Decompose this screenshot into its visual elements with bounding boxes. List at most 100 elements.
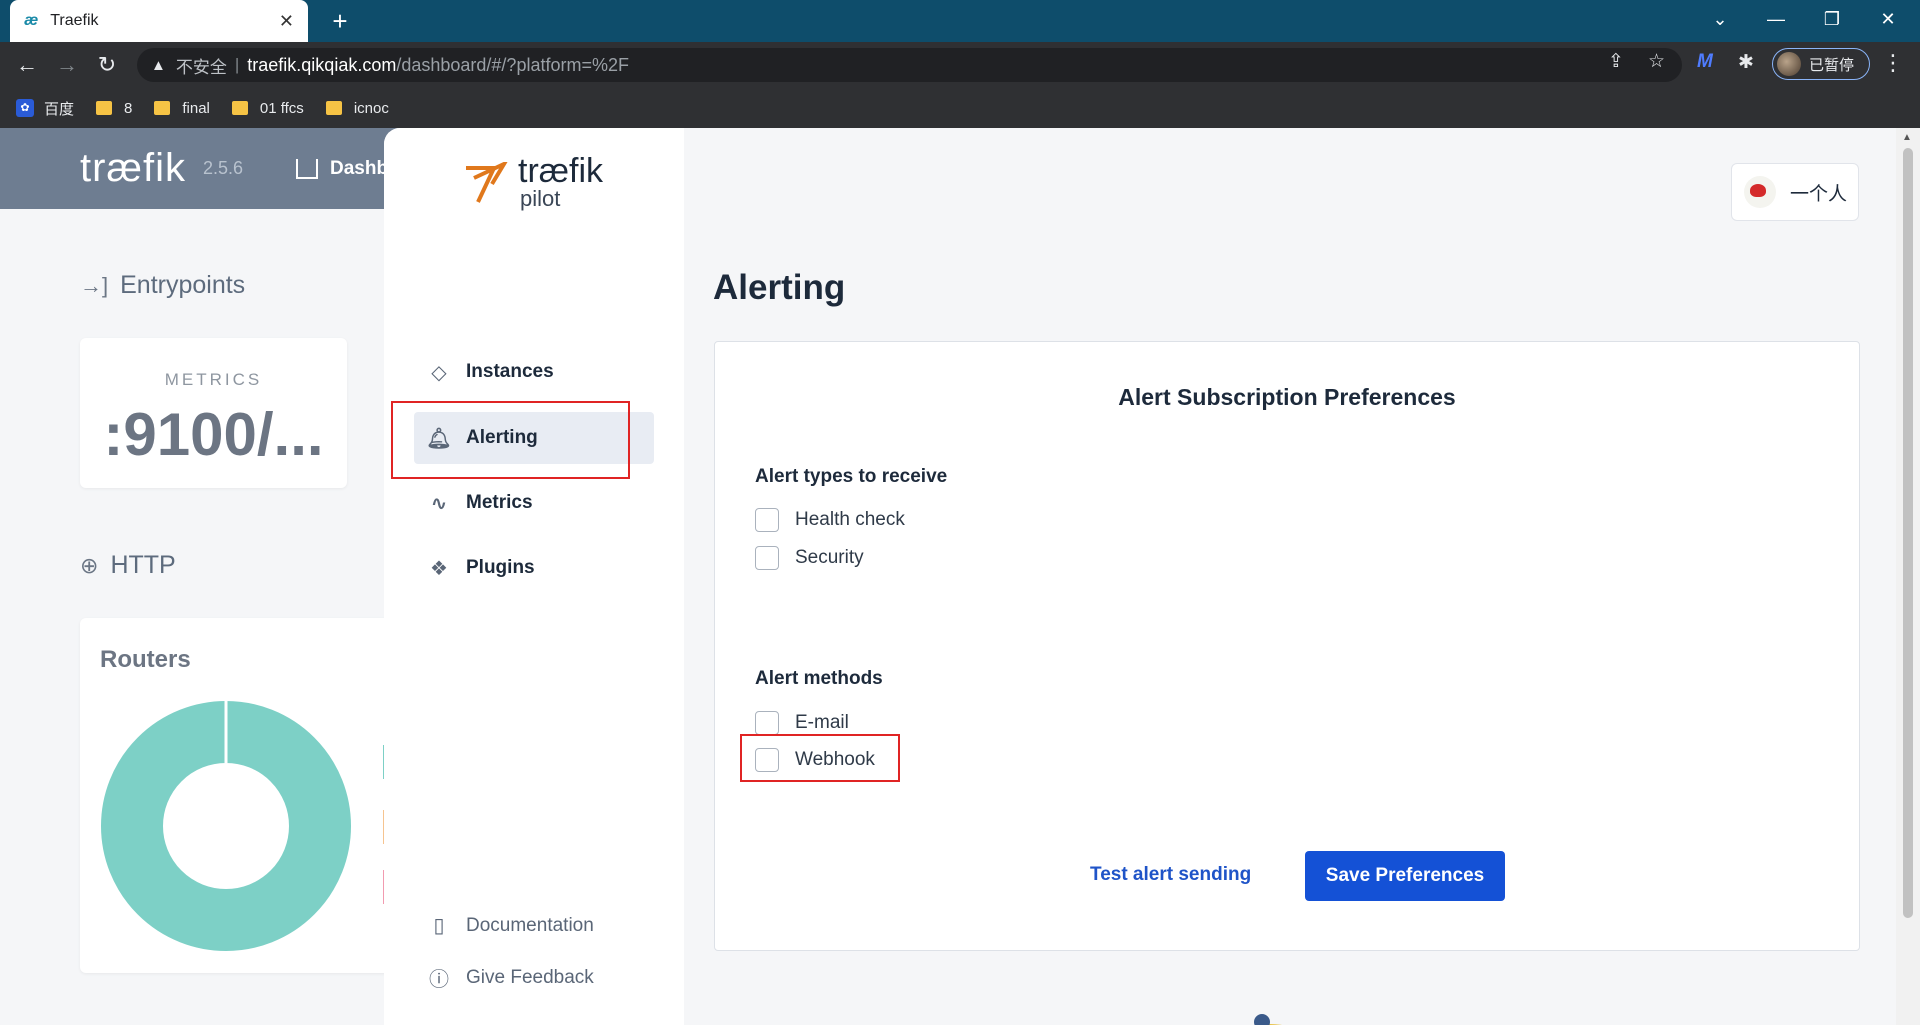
back-icon[interactable]: ← — [12, 50, 42, 80]
profile-button[interactable]: 已暂停 — [1772, 48, 1870, 80]
health-check-label: Health check — [795, 509, 905, 530]
pilot-feedback-link[interactable]: ⓘ Give Feedback — [426, 963, 594, 992]
traefik-favicon-icon: æ — [24, 12, 39, 29]
traefik-pilot-logo-icon — [466, 162, 508, 203]
url-host: traefik.qikqiak.com — [247, 54, 397, 75]
pilot-nav-label: Plugins — [466, 557, 535, 578]
bookmark-label: 01 ffcs — [259, 99, 304, 117]
save-preferences-button[interactable]: Save Preferences — [1305, 851, 1505, 901]
alert-preferences-card: Alert Subscription Preferences Alert typ… — [714, 341, 1860, 951]
user-menu[interactable]: 一个人 — [1731, 163, 1859, 221]
forward-icon[interactable]: → — [52, 50, 82, 80]
bookmark-8[interactable]: 8 — [96, 100, 132, 117]
book-icon: ▯ — [433, 915, 445, 937]
health-check-checkbox-row[interactable]: Health check — [755, 508, 905, 532]
pilot-nav-plugins[interactable]: ❖ Plugins — [414, 542, 654, 594]
bookmark-01-ffcs[interactable]: 01 ffcs — [231, 99, 304, 117]
dashboard-logo[interactable]: træfik — [80, 146, 186, 191]
dashboard-nav-home[interactable]: Dashb — [296, 158, 388, 180]
url-input[interactable]: ▲ 不安全 | traefik.qikqiak.com /dashboard/#… — [137, 48, 1682, 82]
security-checkbox-row[interactable]: Security — [755, 546, 864, 570]
folder-icon — [154, 101, 171, 115]
browser-tab[interactable]: æ Traefik ✕ — [10, 0, 308, 42]
routers-title: Routers — [100, 646, 191, 673]
profile-status: 已暂停 — [1809, 56, 1855, 74]
gopher-mascot-icon — [1254, 1014, 1283, 1025]
pilot-logo-bottom: pilot — [520, 186, 561, 211]
close-window-icon[interactable]: ✕ — [1860, 0, 1916, 38]
browser-menu-icon[interactable]: ⋮ — [1882, 50, 1904, 76]
close-tab-icon[interactable]: ✕ — [279, 11, 294, 32]
pilot-nav-label: Instances — [466, 361, 554, 382]
profile-avatar — [1777, 52, 1801, 76]
url-path: /dashboard/#/?platform=%2F — [396, 54, 629, 75]
reload-icon[interactable]: ↻ — [92, 50, 122, 80]
pilot-nav-metrics[interactable]: ∿ Metrics — [414, 477, 654, 529]
pilot-logo[interactable]: træfik pilot — [464, 154, 603, 210]
email-checkbox-row[interactable]: E-mail — [755, 711, 849, 735]
user-avatar — [1744, 176, 1776, 208]
globe-icon: ⊕ — [80, 552, 99, 578]
security-label: Security — [795, 547, 864, 568]
tab-search-icon[interactable]: ⌄ — [1692, 0, 1748, 38]
bookmark-final[interactable]: final — [154, 100, 210, 117]
restore-icon[interactable]: ❐ — [1804, 0, 1860, 38]
webhook-highlight-box — [740, 734, 900, 782]
instances-icon: ◇ — [431, 361, 447, 384]
address-bar-row: ← → ↻ ▲ 不安全 | traefik.qikqiak.com /dashb… — [0, 42, 1920, 88]
bookmark-star-icon[interactable]: ☆ — [1648, 50, 1665, 73]
health-check-checkbox[interactable] — [755, 508, 779, 532]
new-tab-button[interactable]: + — [325, 6, 355, 36]
scroll-up-icon[interactable]: ▲ — [1902, 132, 1912, 143]
http-title: HTTP — [110, 551, 176, 579]
documentation-label: Documentation — [466, 914, 594, 936]
pilot-nav-label: Metrics — [466, 492, 533, 513]
baidu-icon: ✿ — [16, 99, 34, 117]
insecure-label: 不安全 — [175, 57, 227, 77]
entrypoint-card[interactable]: METRICS :9100/... — [80, 338, 347, 488]
entrypoints-title: Entrypoints — [120, 271, 246, 299]
page-title: Alerting — [713, 268, 846, 307]
browser-tab-bar: æ Traefik ✕ + ⌄ — ❐ ✕ — [0, 0, 1920, 42]
entrypoint-arrow-icon: →] — [80, 272, 109, 298]
entrypoints-heading: →] Entrypoints — [80, 271, 245, 300]
user-name: 一个人 — [1790, 183, 1848, 205]
bookmark-label: 8 — [124, 99, 133, 117]
email-checkbox[interactable] — [755, 711, 779, 735]
scrollbar-thumb[interactable] — [1903, 148, 1913, 918]
pilot-logo-text: træfik pilot — [518, 154, 603, 210]
card-title: Alert Subscription Preferences — [1118, 384, 1456, 410]
bookmark-icnoc[interactable]: icnoc — [325, 99, 389, 117]
security-checkbox[interactable] — [755, 546, 779, 570]
warning-icon: ▲ — [151, 56, 166, 74]
test-alert-button[interactable]: Test alert sending — [1090, 864, 1251, 886]
folder-icon — [325, 101, 342, 115]
minimize-icon[interactable]: — — [1748, 0, 1804, 38]
alerting-highlight-box — [391, 401, 630, 479]
pilot-sidebar: træfik pilot ◇ Instances 🔔︎ Alerting ∿ M… — [384, 128, 684, 1025]
home-icon — [296, 159, 318, 179]
exclamation-icon: ⓘ — [429, 969, 449, 991]
folder-icon — [231, 101, 248, 115]
email-label: E-mail — [795, 712, 849, 733]
alert-methods-label: Alert methods — [755, 668, 883, 689]
dashboard-nav-home-label: Dashb — [330, 158, 389, 179]
bookmarks-bar: ✿ 百度 8 final 01 ffcs icnoc — [0, 88, 1920, 128]
bookmark-baidu[interactable]: ✿ 百度 — [16, 98, 74, 119]
share-icon[interactable]: ⇪ — [1608, 50, 1624, 73]
plugins-icon: ❖ — [430, 557, 448, 580]
page-scrollbar[interactable]: ▲ — [1896, 128, 1920, 1025]
extension-m-icon[interactable]: M — [1697, 51, 1713, 73]
pilot-logo-top: træfik — [518, 152, 603, 190]
extensions-puzzle-icon[interactable]: ✱ — [1738, 51, 1754, 74]
bookmark-label: final — [182, 99, 210, 117]
http-heading: ⊕ HTTP — [80, 551, 176, 580]
pilot-documentation-link[interactable]: ▯ Documentation — [426, 913, 594, 938]
pilot-nav-instances[interactable]: ◇ Instances — [414, 346, 654, 398]
bookmark-label: icnoc — [353, 99, 389, 117]
dashboard-version: 2.5.6 — [203, 158, 244, 178]
pulse-icon: ∿ — [430, 492, 448, 515]
entrypoint-address: :9100/... — [103, 401, 324, 468]
alert-types-label: Alert types to receive — [755, 466, 948, 487]
routers-card[interactable]: Routers — [80, 618, 400, 973]
